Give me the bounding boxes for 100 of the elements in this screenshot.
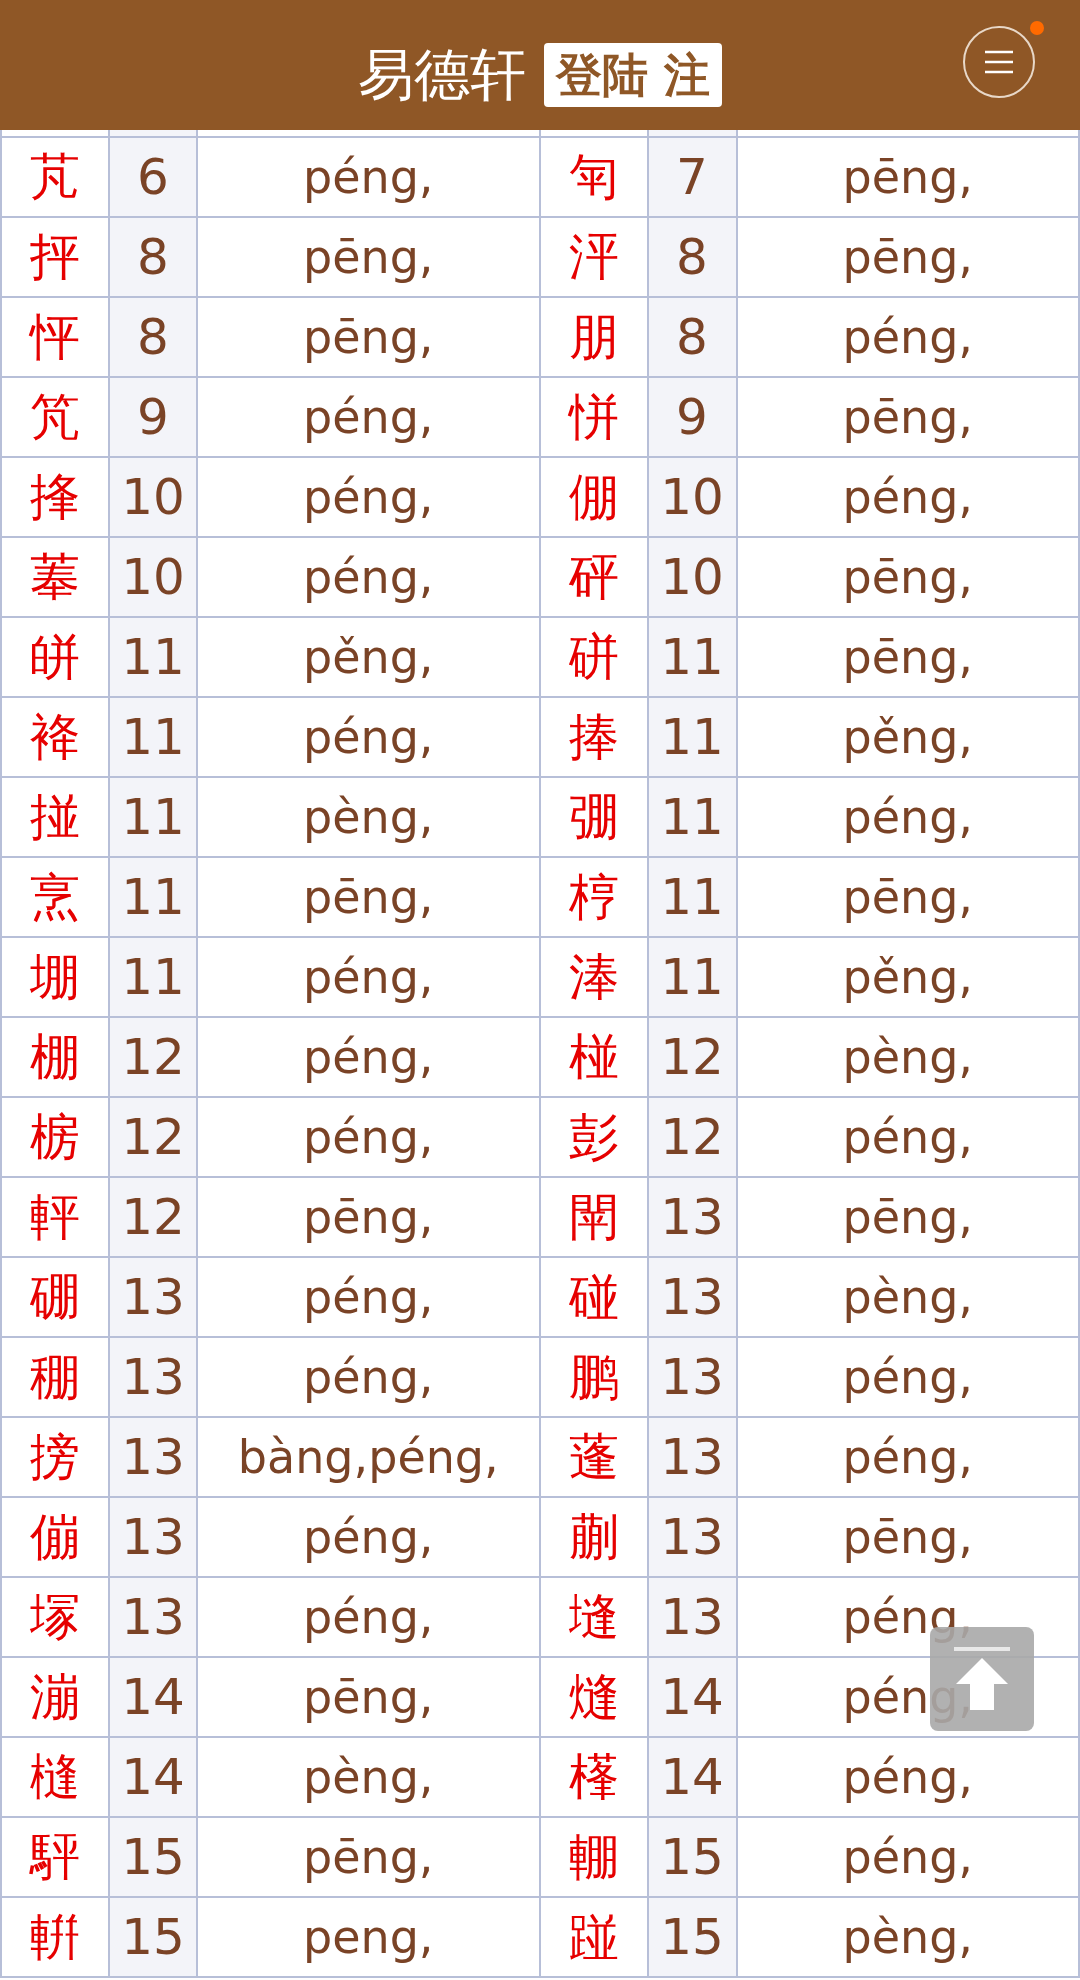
stroke-count-cell: 14 [110, 1738, 196, 1816]
character-cell: 棚 [2, 1018, 108, 1096]
character-cell: 恲 [540, 378, 647, 456]
character-cell: 鹏 [540, 1338, 647, 1416]
character-cell: 輣 [540, 1818, 647, 1896]
stroke-count-cell: 9 [648, 378, 736, 456]
pinyin-cell: péng, [198, 1338, 539, 1416]
character-cell: 搒 [2, 1418, 108, 1496]
character-cell: 閛 [540, 1178, 647, 1256]
stroke-count-cell: 14 [110, 1658, 196, 1736]
site-title: 易德轩 [358, 47, 526, 103]
stroke-count-cell: 10 [110, 458, 196, 536]
stroke-count-cell: 11 [648, 698, 736, 776]
character-cell: 弸 [540, 778, 647, 856]
pinyin-cell: péng, [737, 1738, 1078, 1816]
pinyin-cell: pèng, [198, 1738, 539, 1816]
stroke-count-cell: 13 [110, 1258, 196, 1336]
pinyin-cell: péng, [198, 1258, 539, 1336]
stroke-count-cell: 11 [648, 778, 736, 856]
pinyin-cell: pēng, [737, 218, 1078, 296]
pinyin-cell: bàng,péng, [198, 1418, 539, 1496]
pinyin-cell: péng, [737, 778, 1078, 856]
character-cell: 怦 [2, 298, 108, 376]
character-cell: 泙 [540, 218, 647, 296]
pinyin-cell: pēng, [737, 1178, 1078, 1256]
stroke-count-cell: 12 [110, 1098, 196, 1176]
stroke-count-cell: 11 [110, 778, 196, 856]
stroke-count-cell: 11 [110, 618, 196, 696]
character-cell: 熢 [540, 1658, 647, 1736]
pinyin-cell: péng, [737, 1098, 1078, 1176]
stroke-count-cell: 7 [648, 138, 736, 216]
pinyin-cell: péng, [737, 1818, 1078, 1896]
character-cell: 彭 [540, 1098, 647, 1176]
stroke-count-cell: 10 [648, 538, 736, 616]
stroke-count-cell: 11 [110, 698, 196, 776]
stroke-count-cell: 11 [648, 858, 736, 936]
character-cell: 梈 [540, 858, 647, 936]
pinyin-cell: pèng, [737, 1018, 1078, 1096]
pinyin-cell: pēng, [737, 538, 1078, 616]
character-cell: 樥 [540, 1738, 647, 1816]
pinyin-cell: pēng, [737, 138, 1078, 216]
pinyin-cell: pēng, [737, 378, 1078, 456]
character-cell: 硑 [540, 618, 647, 696]
pinyin-cell: péng, [198, 1578, 539, 1656]
character-cell: 倗 [540, 458, 647, 536]
character-cell: 烹 [2, 858, 108, 936]
stroke-count-cell: 14 [648, 1658, 736, 1736]
character-cell: 塜 [2, 1578, 108, 1656]
stroke-count-cell: 13 [648, 1498, 736, 1576]
character-cell: 傰 [2, 1498, 108, 1576]
stroke-count-cell: 12 [648, 1098, 736, 1176]
pinyin-cell: péng, [198, 458, 539, 536]
stroke-count-cell: 13 [648, 1258, 736, 1336]
pinyin-cell: péng, [198, 138, 539, 216]
pinyin-cell: péng, [198, 378, 539, 456]
stroke-count-cell: 8 [110, 218, 196, 296]
character-cell: 砰 [540, 538, 647, 616]
character-cell: 輧 [2, 1898, 108, 1976]
stroke-count-cell: 11 [648, 618, 736, 696]
stroke-count-cell: 12 [110, 1018, 196, 1096]
pinyin-cell: pēng, [737, 618, 1078, 696]
pinyin-cell: péng, [198, 1018, 539, 1096]
pinyin-cell: pěng, [737, 938, 1078, 1016]
stroke-count-cell: 12 [110, 1178, 196, 1256]
stroke-count-cell: 12 [648, 1018, 736, 1096]
stroke-count-cell: 13 [110, 1578, 196, 1656]
pinyin-cell: pěng, [737, 698, 1078, 776]
pinyin-cell: péng, [737, 298, 1078, 376]
pinyin-cell: péng, [737, 1338, 1078, 1416]
stroke-count-cell: 13 [110, 1498, 196, 1576]
character-cell: 蓬 [540, 1418, 647, 1496]
pinyin-cell: péng, [737, 1418, 1078, 1496]
character-cell: 抨 [2, 218, 108, 296]
pinyin-cell: pèng, [198, 778, 539, 856]
stroke-count-cell: 13 [648, 1418, 736, 1496]
login-register-link[interactable]: 登陆 注 [544, 43, 722, 107]
stroke-count-cell: 13 [648, 1178, 736, 1256]
character-cell: 軯 [2, 1178, 108, 1256]
character-cell: 芃 [2, 138, 108, 216]
stroke-count-cell: 15 [648, 1818, 736, 1896]
stroke-count-cell: 10 [648, 458, 736, 536]
pinyin-cell: pēng, [737, 858, 1078, 936]
pinyin-cell: pēng, [198, 218, 539, 296]
character-cell: 硼 [2, 1258, 108, 1336]
pinyin-cell: pēng, [737, 1498, 1078, 1576]
character-cell: 槰 [2, 1738, 108, 1816]
pinyin-cell: péng, [198, 1498, 539, 1576]
character-cell: 漰 [2, 1658, 108, 1736]
stroke-count-cell: 9 [110, 378, 196, 456]
pinyin-cell: pēng, [198, 858, 539, 936]
pinyin-cell: péng, [737, 458, 1078, 536]
character-cell: 皏 [2, 618, 108, 696]
pinyin-cell: pěng, [198, 618, 539, 696]
character-cell: 踫 [540, 1898, 647, 1976]
stroke-count-cell: 13 [110, 1338, 196, 1416]
pinyin-cell: pēng, [198, 1658, 539, 1736]
stroke-count-cell: 13 [648, 1338, 736, 1416]
stroke-count-cell: 15 [648, 1898, 736, 1976]
character-cell: 捧 [540, 698, 647, 776]
pinyin-cell: péng, [198, 698, 539, 776]
